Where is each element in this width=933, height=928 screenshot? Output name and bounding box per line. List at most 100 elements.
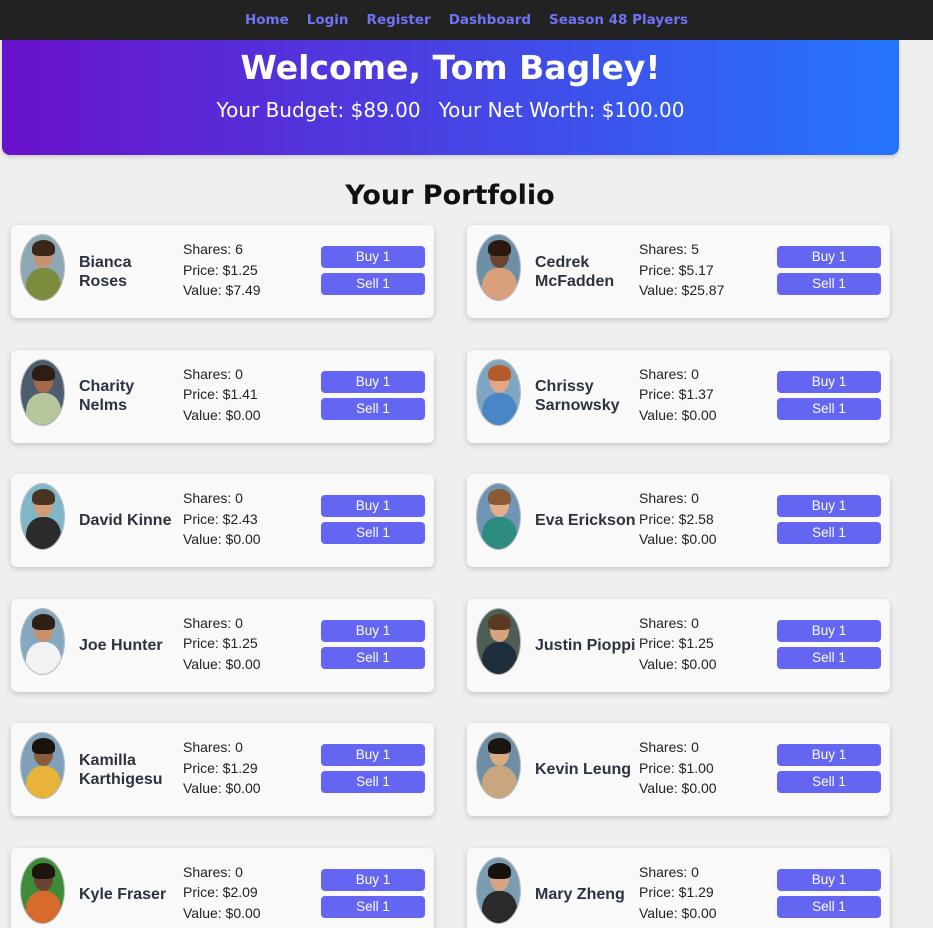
buy-one-button[interactable]: Buy 1 [777,495,881,517]
player-stats: Shares: 5 Price: $5.17 Value: $25.87 [639,239,724,301]
player-name: David Kinne [79,512,172,529]
player-card: Kyle Fraser Shares: 0 Price: $2.09 Value… [11,847,434,928]
price-text: Price: $1.29 [183,759,258,776]
shares-text: Shares: 0 [639,863,699,880]
player-name: Kamilla Karthigesu [79,751,163,788]
value-text: Value: $0.00 [183,655,261,672]
value-text: Value: $0.00 [639,406,717,423]
player-stats: Shares: 0 Price: $2.43 Value: $0.00 [183,488,261,550]
player-card: Bianca Roses Shares: 6 Price: $1.25 Valu… [11,225,434,318]
player-card: Kevin Leung Shares: 0 Price: $1.00 Value… [467,723,890,816]
player-photo [20,483,65,550]
player-stats: Shares: 0 Price: $1.37 Value: $0.00 [639,364,717,426]
sell-one-button[interactable]: Sell 1 [321,397,425,420]
value-text: Value: $0.00 [183,780,261,796]
price-text: Price: $2.43 [183,510,258,527]
value-text: Value: $7.49 [183,282,261,298]
player-stats: Shares: 6 Price: $1.25 Value: $7.49 [183,239,261,301]
sell-one-button[interactable]: Sell 1 [321,273,425,295]
price-text: Price: $1.00 [639,759,714,776]
shares-text: Shares: 0 [183,365,243,382]
sell-one-button[interactable]: Sell 1 [321,522,425,544]
shares-text: Shares: 0 [639,365,699,382]
player-photo [20,732,65,799]
buy-one-button[interactable]: Buy 1 [777,868,881,891]
shares-text: Shares: 0 [183,863,243,880]
player-photo [476,483,521,550]
player-photo [476,856,521,924]
player-card: Chrissy Sarnowsky Shares: 0 Price: $1.37… [467,349,890,443]
nav-home-link[interactable]: Home [245,12,289,28]
price-text: Price: $2.09 [183,884,258,900]
player-name: Cedrek McFadden [535,253,615,290]
value-text: Value: $25.87 [639,282,725,298]
buy-one-button[interactable]: Buy 1 [321,370,425,393]
sell-one-button[interactable]: Sell 1 [777,771,881,793]
buy-one-button[interactable]: Buy 1 [321,246,425,268]
player-card: Charity Nelms Shares: 0 Price: $1.41 Val… [11,349,434,443]
player-photo [476,732,521,799]
shares-text: Shares: 5 [639,241,699,257]
buy-one-button[interactable]: Buy 1 [777,744,881,766]
player-photo [476,358,521,426]
player-card: Justin Pioppi Shares: 0 Price: $1.25 Val… [467,598,890,692]
value-text: Value: $0.00 [639,531,717,547]
player-name: Eva Erickson [535,512,636,529]
player-card: Cedrek McFadden Shares: 5 Price: $5.17 V… [467,225,890,318]
buy-one-button[interactable]: Buy 1 [777,246,881,268]
player-name: Kyle Fraser [79,885,167,903]
sell-one-button[interactable]: Sell 1 [321,646,425,669]
portfolio-title: Your Portfolio [345,180,555,211]
player-photo [476,607,521,675]
buy-one-button[interactable]: Buy 1 [321,619,425,642]
player-name: Kevin Leung [535,761,632,778]
sell-one-button[interactable]: Sell 1 [777,895,881,918]
player-photo [476,234,521,301]
sell-one-button[interactable]: Sell 1 [777,522,881,544]
player-stats: Shares: 0 Price: $2.09 Value: $0.00 [183,862,261,924]
player-name: Chrissy Sarnowsky [535,378,620,414]
value-text: Value: $0.00 [639,904,717,921]
player-photo [20,234,65,301]
price-text: Price: $1.25 [183,635,258,651]
player-name: Joe Hunter [79,636,163,654]
price-text: Price: $1.41 [183,386,258,402]
nav-login-link[interactable]: Login [307,12,349,28]
nav-season-48-players-link[interactable]: Season 48 Players [549,12,688,28]
shares-text: Shares: 0 [183,614,243,631]
player-name: Charity Nelms [79,378,135,414]
player-card: Eva Erickson Shares: 0 Price: $2.58 Valu… [467,474,890,567]
price-text: Price: $1.25 [639,635,714,651]
player-stats: Shares: 0 Price: $1.41 Value: $0.00 [183,364,261,426]
buy-one-button[interactable]: Buy 1 [777,619,881,642]
player-photo [20,856,65,924]
player-card: Mary Zheng Shares: 0 Price: $1.29 Value:… [467,847,890,928]
shares-text: Shares: 0 [183,490,243,506]
buy-one-button[interactable]: Buy 1 [321,744,425,766]
price-text: Price: $5.17 [639,261,714,278]
sell-one-button[interactable]: Sell 1 [321,771,425,793]
value-text: Value: $0.00 [639,655,717,672]
value-text: Value: $0.00 [639,780,717,796]
nav-dashboard-link[interactable]: Dashboard [449,12,531,28]
player-card: David Kinne Shares: 0 Price: $2.43 Value… [11,474,434,567]
sell-one-button[interactable]: Sell 1 [777,646,881,669]
player-stats: Shares: 0 Price: $1.25 Value: $0.00 [639,613,717,675]
sell-one-button[interactable]: Sell 1 [321,895,425,918]
nav-register-link[interactable]: Register [367,12,431,28]
shares-text: Shares: 0 [183,739,243,755]
shares-text: Shares: 0 [639,490,699,506]
value-text: Value: $0.00 [183,406,261,423]
player-photo [20,607,65,675]
shares-text: Shares: 0 [639,739,699,755]
player-stats: Shares: 0 Price: $1.29 Value: $0.00 [639,862,717,924]
buy-one-button[interactable]: Buy 1 [321,868,425,891]
buy-one-button[interactable]: Buy 1 [777,370,881,393]
player-card: Kamilla Karthigesu Shares: 0 Price: $1.2… [11,723,434,816]
sell-one-button[interactable]: Sell 1 [777,397,881,420]
sell-one-button[interactable]: Sell 1 [777,273,881,295]
net-worth-text: Your Net Worth: $100.00 [438,98,685,122]
price-text: Price: $1.25 [183,261,258,278]
buy-one-button[interactable]: Buy 1 [321,495,425,517]
player-name: Bianca Roses [79,253,132,290]
